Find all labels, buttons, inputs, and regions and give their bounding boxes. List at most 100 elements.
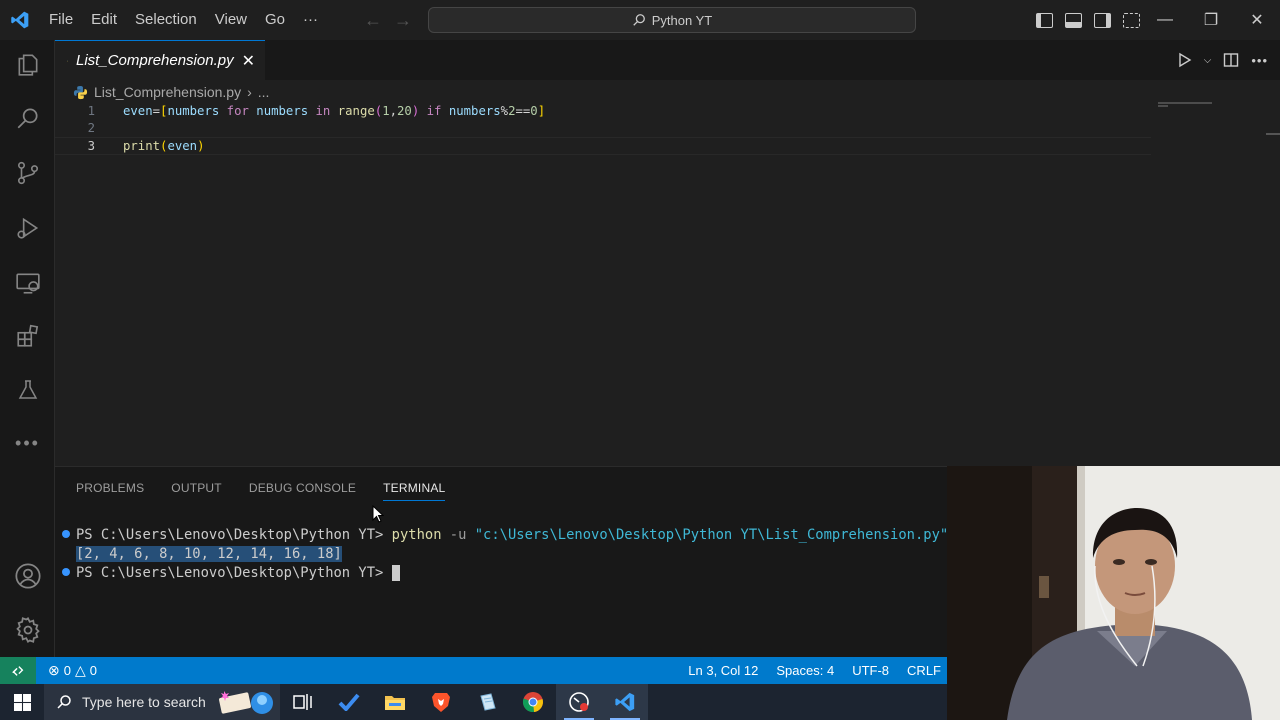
- terminal-output: [2, 4, 6, 8, 10, 12, 14, 16, 18]: [76, 545, 342, 562]
- code-line: 2: [55, 120, 1155, 138]
- webcam-overlay: [947, 466, 1280, 720]
- panel-tabs: PROBLEMS OUTPUT DEBUG CONSOLE TERMINAL: [55, 467, 947, 509]
- menu-bar: File Edit Selection View Go ···: [40, 0, 327, 40]
- remote-indicator-icon[interactable]: [0, 657, 36, 684]
- search-placeholder: Type here to search: [82, 694, 206, 710]
- title-bar: File Edit Selection View Go ··· ← → Pyth…: [0, 0, 1280, 40]
- minimap[interactable]: [1158, 102, 1214, 108]
- bottom-panel: PROBLEMS OUTPUT DEBUG CONSOLE TERMINAL P…: [55, 466, 949, 657]
- breadcrumb-symbol[interactable]: ...: [258, 84, 270, 100]
- terminal-line: PS C:\Users\Lenovo\Desktop\Python YT>: [55, 563, 947, 582]
- more-icon[interactable]: •••: [0, 423, 55, 463]
- tab-label: List_Comprehension.py: [76, 52, 234, 69]
- accounts-icon[interactable]: [0, 556, 55, 596]
- extensions-icon[interactable]: [0, 316, 55, 356]
- window-controls: — ❐ ✕: [1142, 0, 1280, 40]
- terminal[interactable]: PS C:\Users\Lenovo\Desktop\Python YT> py…: [55, 525, 949, 582]
- status-right: Ln 3, Col 12 Spaces: 4 UTF-8 CRLF: [688, 663, 941, 678]
- menu-selection[interactable]: Selection: [126, 0, 206, 40]
- breadcrumb-file[interactable]: List_Comprehension.py: [94, 84, 241, 100]
- terminal-text: PS C:\Users\Lenovo\Desktop\Python YT> py…: [76, 526, 949, 543]
- customize-layout-icon[interactable]: [1123, 12, 1140, 28]
- navigation-arrows: ← →: [364, 0, 412, 40]
- vscode-icon[interactable]: [602, 684, 648, 720]
- notepad-icon[interactable]: [464, 684, 510, 720]
- command-center[interactable]: Python YT: [428, 7, 916, 33]
- chevron-right-icon: ›: [247, 84, 252, 100]
- error-count: 0: [63, 663, 71, 678]
- code-editor[interactable]: 1 even=[numbers for numbers in range(1,2…: [55, 102, 1155, 155]
- minimize-icon[interactable]: —: [1142, 11, 1188, 29]
- task-view-icon[interactable]: [280, 684, 326, 720]
- search-icon: [633, 14, 645, 26]
- run-python-file-icon[interactable]: [1176, 52, 1192, 68]
- line-number: 2: [87, 121, 95, 136]
- back-arrow-icon[interactable]: ←: [364, 10, 382, 31]
- chrome-icon[interactable]: [510, 684, 556, 720]
- terminal-text: PS C:\Users\Lenovo\Desktop\Python YT>: [76, 564, 400, 581]
- line-number: 1: [87, 103, 95, 118]
- activity-bar: •••: [0, 40, 55, 657]
- search-icon[interactable]: [0, 98, 55, 138]
- indentation[interactable]: Spaces: 4: [776, 663, 834, 678]
- search-icon: [57, 695, 71, 709]
- layout-controls: [1036, 0, 1140, 40]
- overview-ruler-marker: [1266, 133, 1280, 135]
- code-line-current: 3 print(even): [55, 137, 1151, 155]
- testing-icon[interactable]: [0, 370, 55, 410]
- menu-edit[interactable]: Edit: [82, 0, 126, 40]
- presenter-video-frame: [947, 466, 1280, 720]
- python-file-icon: [73, 85, 88, 99]
- mouse-pointer-icon: [372, 505, 384, 523]
- split-editor-icon[interactable]: [1223, 52, 1239, 68]
- forward-arrow-icon[interactable]: →: [394, 10, 412, 31]
- search-highlight-icon: [219, 691, 273, 714]
- tab-close-icon[interactable]: ✕: [242, 51, 255, 71]
- warning-icon: △: [74, 662, 86, 678]
- command-center-label: Python YT: [651, 12, 713, 28]
- toggle-panel-icon[interactable]: [1065, 12, 1082, 28]
- menu-file[interactable]: File: [40, 0, 82, 40]
- code-text: even=[numbers for numbers in range(1,20)…: [123, 103, 546, 118]
- start-button-icon[interactable]: [0, 684, 44, 720]
- restore-icon[interactable]: ❐: [1188, 10, 1234, 30]
- brave-browser-icon[interactable]: [418, 684, 464, 720]
- end-of-line[interactable]: CRLF: [907, 663, 941, 678]
- command-decoration-icon[interactable]: [62, 530, 70, 538]
- taskbar-search[interactable]: Type here to search: [44, 684, 280, 720]
- problems-status[interactable]: ⊗ 0 △ 0: [36, 662, 97, 679]
- editor-area: List_Comprehension.py ✕ ⌵ ••• List_Compr…: [55, 40, 1280, 466]
- tab-output[interactable]: OUTPUT: [171, 481, 222, 495]
- close-icon[interactable]: ✕: [1234, 10, 1280, 30]
- error-icon: ⊗: [48, 662, 60, 678]
- editor-tabs: List_Comprehension.py ✕ ⌵ •••: [55, 40, 1280, 80]
- code-line: 1 even=[numbers for numbers in range(1,2…: [55, 102, 1155, 120]
- command-decoration-icon[interactable]: [62, 568, 70, 576]
- file-explorer-icon[interactable]: [372, 684, 418, 720]
- line-number: 3: [87, 138, 95, 153]
- run-dropdown-chevron-icon[interactable]: ⌵: [1204, 55, 1212, 66]
- tab-problems[interactable]: PROBLEMS: [76, 481, 144, 495]
- tab-debug-console[interactable]: DEBUG CONSOLE: [249, 481, 356, 495]
- warning-count: 0: [89, 663, 97, 678]
- toggle-primary-sidebar-icon[interactable]: [1036, 12, 1053, 28]
- menu-more[interactable]: ···: [294, 0, 327, 40]
- screen-recorder-icon[interactable]: [556, 684, 602, 720]
- code-text: print(even): [123, 138, 205, 153]
- encoding[interactable]: UTF-8: [852, 663, 889, 678]
- explorer-icon[interactable]: [0, 45, 55, 85]
- status-bar: ⊗ 0 △ 0 Ln 3, Col 12 Spaces: 4 UTF-8 CRL…: [0, 657, 947, 684]
- run-debug-icon[interactable]: [0, 208, 55, 248]
- source-control-icon[interactable]: [0, 153, 55, 193]
- tab-list-comprehension[interactable]: List_Comprehension.py ✕: [55, 40, 265, 80]
- menu-go[interactable]: Go: [256, 0, 294, 40]
- todo-icon[interactable]: [326, 684, 372, 720]
- remote-explorer-icon[interactable]: [0, 263, 55, 303]
- menu-view[interactable]: View: [206, 0, 256, 40]
- tab-terminal[interactable]: TERMINAL: [383, 481, 446, 501]
- vscode-logo-icon: [0, 0, 40, 40]
- manage-gear-icon[interactable]: [0, 610, 55, 650]
- more-actions-icon[interactable]: •••: [1251, 53, 1268, 68]
- toggle-secondary-sidebar-icon[interactable]: [1094, 12, 1111, 28]
- cursor-position[interactable]: Ln 3, Col 12: [688, 663, 758, 678]
